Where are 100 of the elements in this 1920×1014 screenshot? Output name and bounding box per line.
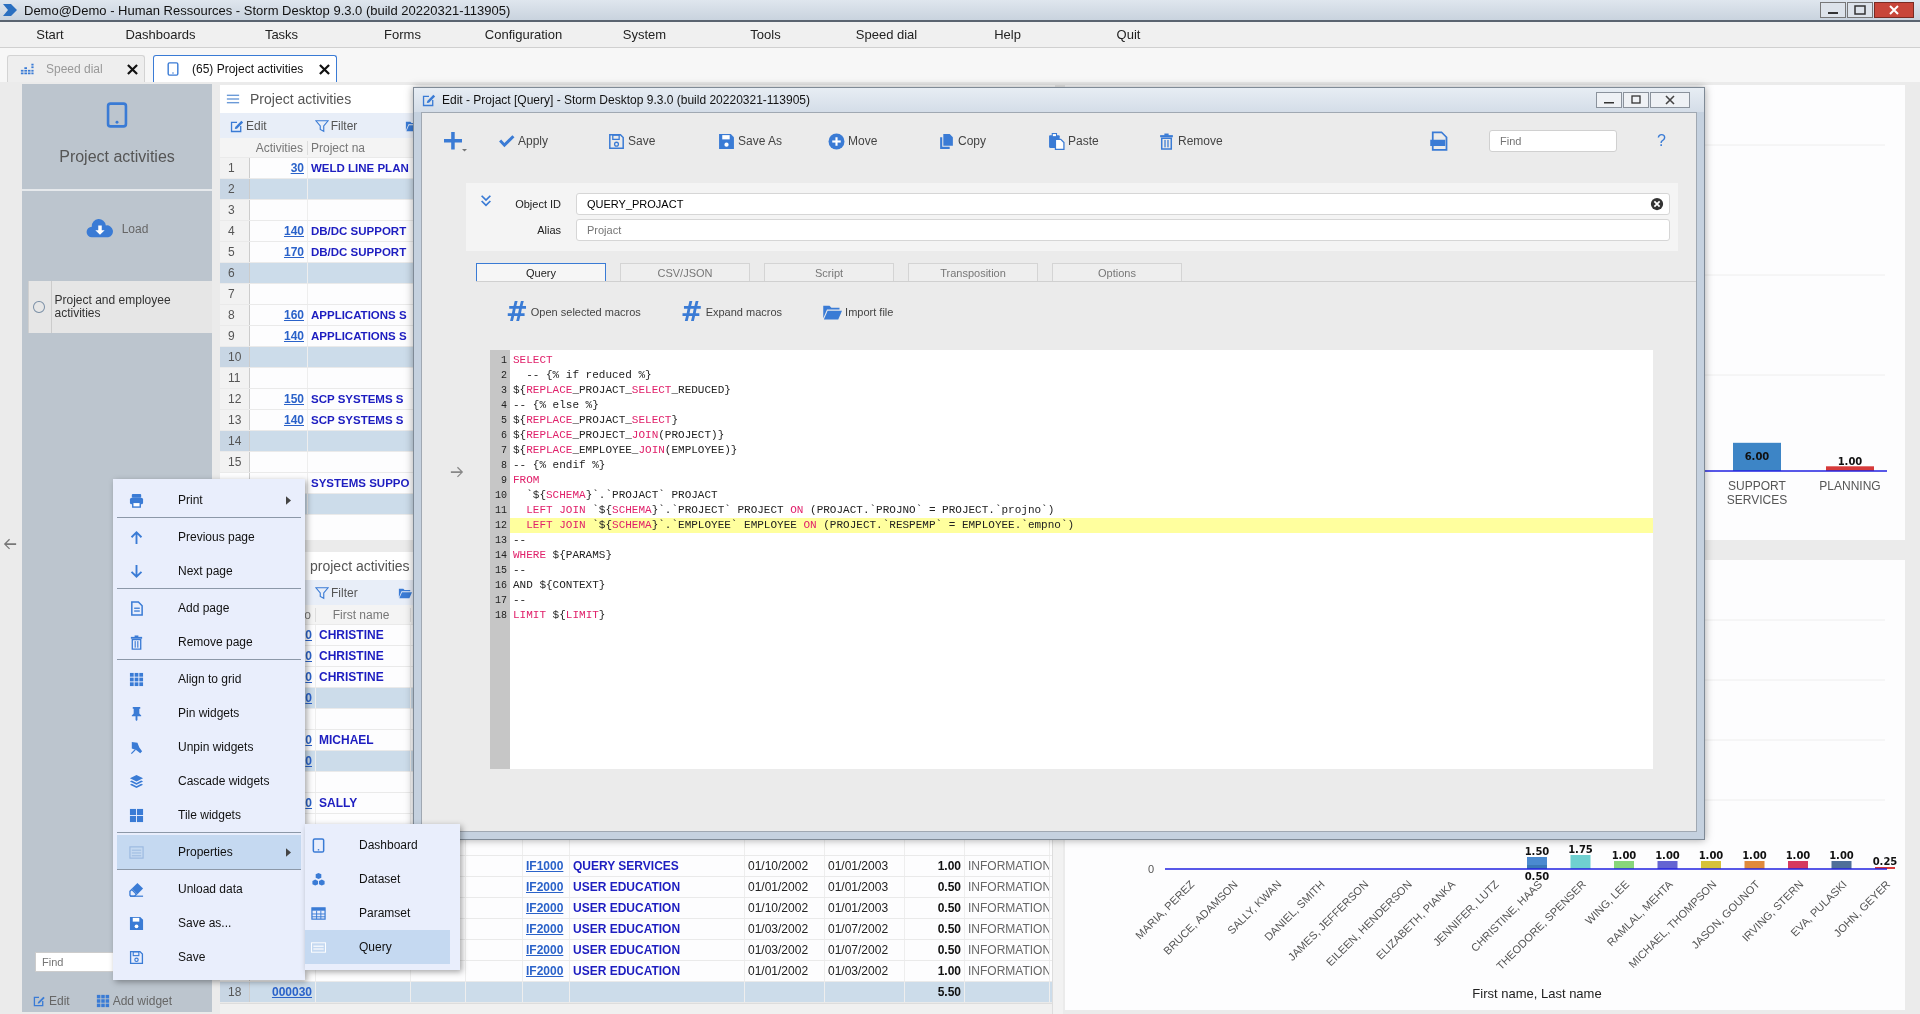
input-field[interactable]: QUERY_PROJACT [576, 193, 1670, 215]
arrow-left-icon[interactable] [3, 537, 17, 551]
link[interactable]: 140 [283, 224, 304, 238]
link[interactable]: 000030 [271, 985, 312, 999]
toolbar-button[interactable]: Copy [938, 132, 1048, 150]
tab[interactable]: Query [476, 263, 606, 281]
link[interactable]: IF2000 [526, 922, 564, 936]
menu-item[interactable]: Forms [342, 27, 463, 42]
menu-item[interactable]: Align to grid [117, 662, 301, 696]
menu-item[interactable]: Paramset [305, 896, 450, 930]
line-number: 11 [494, 504, 508, 518]
tab[interactable]: Script [764, 263, 894, 281]
clear-icon[interactable] [1650, 197, 1664, 211]
link[interactable]: 0 [305, 754, 312, 768]
cloud-download-icon [85, 219, 114, 239]
toolbar-button[interactable]: Apply [498, 132, 608, 150]
link[interactable]: 0 [305, 796, 312, 810]
toolbar-button[interactable]: Save [608, 132, 718, 150]
link[interactable]: 0 [305, 628, 312, 642]
link[interactable]: 150 [283, 392, 304, 406]
close-icon[interactable] [127, 63, 138, 75]
close-icon[interactable] [1650, 92, 1690, 108]
link[interactable]: IF1000 [526, 859, 564, 873]
menu-icon[interactable] [226, 92, 240, 106]
link[interactable]: 140 [283, 413, 304, 427]
filter-button[interactable]: Filter [315, 585, 358, 600]
link[interactable]: 0 [305, 691, 312, 705]
toolbar-button[interactable]: Paste [1048, 132, 1158, 150]
menu-item[interactable]: Query [305, 930, 450, 964]
document-icon[interactable] [1429, 131, 1450, 151]
menu-item[interactable]: Unpin widgets [117, 730, 301, 764]
menu-item[interactable]: Dashboard [305, 828, 450, 862]
menu-item[interactable]: Cascade widgets [117, 764, 301, 798]
arrow-right-icon[interactable] [450, 465, 464, 479]
clipboard-icon [1048, 132, 1065, 150]
toolbar-button[interactable]: Save As [718, 132, 828, 150]
help-button[interactable]: ? [1657, 132, 1666, 150]
search-field[interactable]: Find [35, 952, 115, 972]
menu-item[interactable]: Dashboards [100, 27, 221, 42]
link[interactable]: IF2000 [526, 964, 564, 978]
menu-item[interactable]: Start [0, 27, 100, 42]
menu-item[interactable]: Help [947, 27, 1068, 42]
filter-button[interactable]: Filter [314, 118, 358, 133]
menu-item[interactable]: Speed dial [826, 27, 947, 42]
add-icon[interactable] [442, 130, 468, 152]
minimize-icon[interactable] [1596, 92, 1622, 108]
link[interactable]: IF2000 [526, 943, 564, 957]
maximize-icon[interactable] [1623, 92, 1649, 108]
menu-item[interactable]: Dataset [305, 862, 450, 896]
close-icon[interactable] [1874, 2, 1914, 18]
menu-item[interactable]: Pin widgets [117, 696, 301, 730]
link[interactable]: 160 [283, 308, 304, 322]
floppy-icon [129, 915, 144, 931]
search-field[interactable]: Find [1489, 130, 1618, 152]
menu-item[interactable]: Unload data [117, 872, 301, 906]
menu-item[interactable]: Quit [1068, 27, 1189, 42]
menu-item[interactable]: Add page [117, 591, 301, 625]
toolbar-button[interactable]: Remove [1158, 132, 1268, 150]
menu-item[interactable]: Next page [117, 554, 301, 589]
minimize-icon[interactable] [1820, 2, 1846, 18]
data-label: 0.25 [1872, 856, 1898, 867]
axis-label: SUPPORT SERVICES [1725, 479, 1789, 507]
edit-button[interactable]: Edit [230, 118, 267, 133]
link[interactable]: 0 [305, 670, 312, 684]
link[interactable]: 140 [283, 329, 304, 343]
column-header[interactable]: First name [316, 607, 411, 622]
link[interactable]: IF2000 [526, 901, 564, 915]
menu-item[interactable]: Tools [705, 27, 826, 42]
menu-item[interactable]: Tasks [221, 27, 342, 42]
menu-item[interactable]: System [584, 27, 705, 42]
tab[interactable]: Options [1052, 263, 1182, 281]
link[interactable]: IF2000 [526, 880, 564, 894]
link[interactable]: 0 [305, 733, 312, 747]
code-line: LIMIT ${LIMIT} [512, 608, 607, 623]
link[interactable]: 0 [305, 649, 312, 663]
sidebar-item[interactable]: Project and employee activities [28, 281, 212, 333]
toolbar-button[interactable]: Import file [822, 302, 894, 322]
menu-item[interactable]: Configuration [463, 27, 584, 42]
menu-item[interactable]: Print [117, 483, 301, 518]
toolbar-button[interactable]: Move [828, 132, 938, 150]
tab[interactable]: Transposition [908, 263, 1038, 281]
column-header[interactable]: Activities [250, 140, 308, 155]
menu-item[interactable]: Previous page [117, 520, 301, 554]
tab[interactable]: CSV/JSON [620, 263, 750, 281]
field-label: Alias [536, 224, 562, 236]
maximize-icon[interactable] [1847, 2, 1873, 18]
eraser-icon [129, 881, 144, 897]
menu-item[interactable]: Remove page [117, 625, 301, 660]
menu-item[interactable]: Save as... [117, 906, 301, 940]
menu-item[interactable]: Tile widgets [117, 798, 301, 833]
menu-item[interactable]: Properties [117, 835, 301, 870]
link[interactable]: 30 [290, 161, 304, 175]
input-field[interactable]: Projact [576, 219, 1670, 241]
chevron-down-icon[interactable] [479, 194, 493, 208]
tab[interactable]: (65) Project activities [153, 55, 337, 82]
link[interactable]: 170 [283, 245, 304, 259]
scrollbar[interactable] [220, 1003, 1052, 1014]
menu-item[interactable]: Save [117, 940, 301, 974]
table-cell: QUERY SERVICES [573, 859, 679, 873]
close-icon[interactable] [319, 63, 330, 75]
